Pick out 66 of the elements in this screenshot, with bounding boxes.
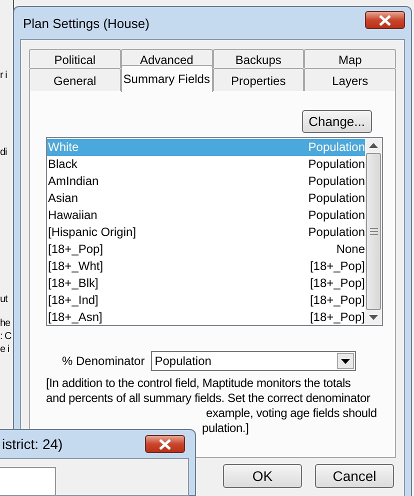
list-row[interactable]: Hawaiian Population xyxy=(47,207,365,224)
text-fragment: he xyxy=(0,318,10,329)
tab[interactable]: Map xyxy=(304,49,396,68)
text-fragment: e i xyxy=(0,344,10,355)
field-denominator: [18+_Pop] xyxy=(310,275,365,292)
scroll-thumb[interactable] xyxy=(366,153,381,310)
scroll-down-icon[interactable] xyxy=(369,315,378,320)
close-icon xyxy=(158,438,172,450)
list-row[interactable]: [18+_Wht] [18+_Pop] xyxy=(47,258,365,275)
tab[interactable]: General xyxy=(29,68,121,91)
window-title: Plan Settings (House) xyxy=(23,16,150,30)
tab[interactable]: Political xyxy=(29,49,121,68)
text-fragment: : C xyxy=(0,331,12,342)
field-name: [Hispanic Origin] xyxy=(48,224,136,241)
field-name: Black xyxy=(48,156,78,173)
field-denominator: [18+_Pop] xyxy=(310,258,365,275)
scroll-up-icon[interactable] xyxy=(369,143,378,148)
field-denominator: Population xyxy=(308,173,365,190)
list-row[interactable]: [18+_Pop] None xyxy=(47,241,365,258)
dialog-button[interactable]: OK xyxy=(223,464,302,488)
list-row[interactable]: Asian Population xyxy=(47,190,365,207)
denominator-label: % Denominator xyxy=(62,354,145,368)
list-row[interactable]: [18+_Ind] [18+_Pop] xyxy=(47,292,365,309)
text-fragment: di xyxy=(0,147,7,158)
field-denominator: Population xyxy=(308,190,365,207)
close-button[interactable] xyxy=(145,435,185,453)
close-button[interactable] xyxy=(365,11,405,29)
field-denominator: Population xyxy=(308,156,365,173)
text-fragment: ut xyxy=(0,294,8,305)
tab[interactable]: Backups xyxy=(212,49,304,68)
description-text: pulation.] xyxy=(201,421,250,436)
description-text: [In addition to the control field, Maptitude monitors the totals xyxy=(46,376,352,391)
list-row[interactable]: AmIndian Population xyxy=(47,173,365,190)
list-row[interactable]: [18+_Asn] [18+_Pop] xyxy=(47,309,365,325)
change-button[interactable]: Change... xyxy=(302,110,372,133)
description-text: and percents of all summary fields. Set the correct denominator xyxy=(46,391,372,406)
field-denominator: Population xyxy=(308,224,365,241)
field-denominator: [18+_Pop] xyxy=(310,292,365,309)
list-row[interactable]: [Hispanic Origin] Population xyxy=(47,224,365,241)
field-name: AmIndian xyxy=(48,173,99,190)
field-denominator: Population xyxy=(308,207,365,224)
close-icon xyxy=(378,14,392,26)
grip-icon xyxy=(370,228,378,235)
field-name: Asian xyxy=(48,190,78,207)
field-name: [18+_Wht] xyxy=(48,258,104,275)
field-denominator: None xyxy=(336,241,365,258)
field-name: [18+_Ind] xyxy=(48,292,98,309)
field-name: Hawaiian xyxy=(48,207,98,224)
field-denominator: Population xyxy=(308,139,365,156)
scrollbar[interactable] xyxy=(365,138,382,325)
list-row[interactable]: [18+_Blk] [18+_Pop] xyxy=(47,275,365,292)
dialog-button[interactable]: Cancel xyxy=(315,464,394,488)
field-denominator: [18+_Pop] xyxy=(310,309,365,325)
denominator-dropdown[interactable]: Population xyxy=(150,351,356,371)
tab[interactable]: Layers xyxy=(304,68,396,91)
list-row[interactable]: Black Population xyxy=(47,156,365,173)
field-name: [18+_Asn] xyxy=(48,309,102,325)
description-text: example, voting age fields should xyxy=(205,406,378,421)
tab[interactable]: Summary Fields xyxy=(120,65,212,92)
tab[interactable]: Properties xyxy=(212,68,304,91)
field-name: [18+_Blk] xyxy=(48,275,98,292)
field-name: White xyxy=(48,139,79,156)
text-fragment: r i xyxy=(0,70,7,81)
window-title: istrict: 24) xyxy=(2,436,63,452)
field-name: [18+_Pop] xyxy=(48,241,104,258)
dropdown-arrow-icon xyxy=(340,358,350,364)
